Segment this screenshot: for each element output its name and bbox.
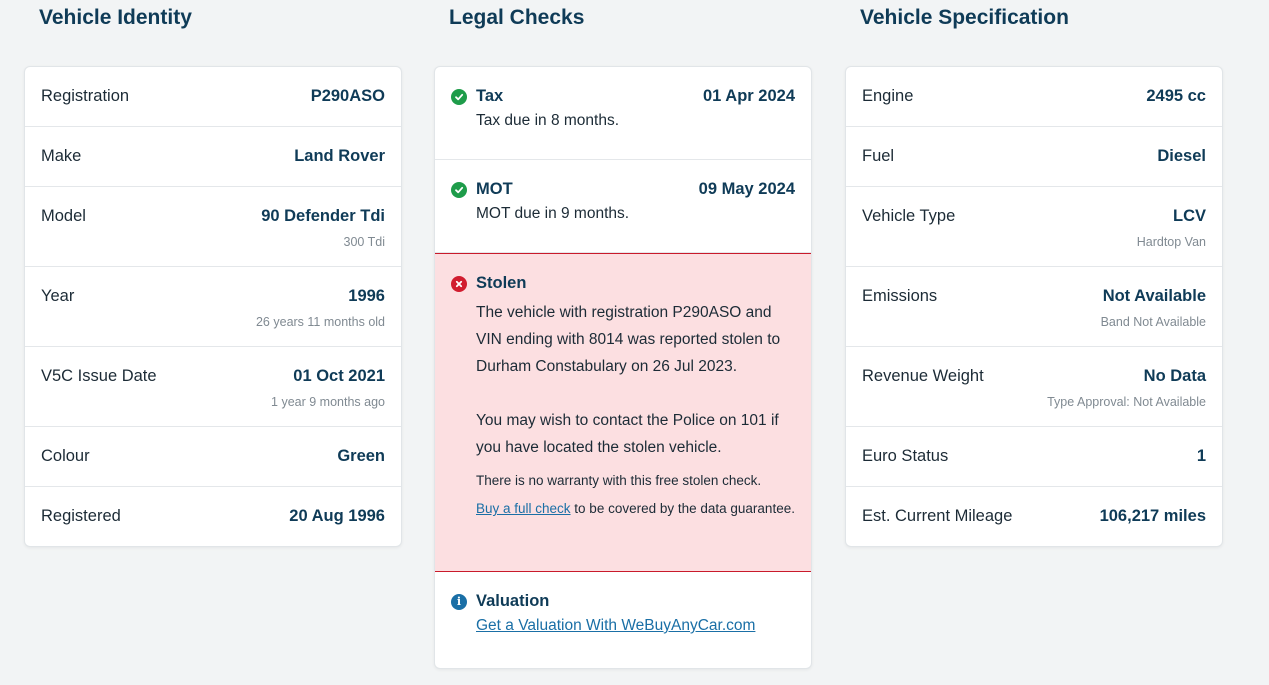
row-label: Make — [41, 147, 82, 165]
model-row: Model 90 Defender Tdi 300 Tdi — [25, 187, 401, 267]
engine-row: Engine 2495 cc — [846, 67, 1222, 127]
stolen-label: Stolen — [476, 274, 527, 292]
vehicle-identity-card: Registration P290ASO Make Land Rover Mod… — [24, 66, 402, 547]
mot-check: MOT 09 May 2024 MOT due in 9 months. — [435, 160, 811, 253]
row-value: 1996 — [348, 287, 385, 305]
check-icon — [451, 181, 467, 198]
police-contact-text: You may wish to contact the Police on 10… — [476, 412, 779, 456]
stolen-report-text: The vehicle with registration P290ASO an… — [476, 304, 781, 375]
row-label: Year — [41, 287, 75, 305]
row-value: Not Available — [1102, 287, 1206, 305]
row-label: V5C Issue Date — [41, 367, 157, 385]
row-value: Diesel — [1157, 147, 1206, 165]
row-label: Emissions — [862, 287, 938, 305]
row-label: Est. Current Mileage — [862, 507, 1013, 525]
row-value: P290ASO — [310, 87, 385, 105]
tax-check: Tax 01 Apr 2024 Tax due in 8 months. — [435, 67, 811, 160]
row-value: 01 Oct 2021 — [293, 367, 385, 385]
registered-row: Registered 20 Aug 1996 — [25, 487, 401, 546]
v5c-issue-date-row: V5C Issue Date 01 Oct 2021 1 year 9 mont… — [25, 347, 401, 427]
row-value: 2495 cc — [1146, 87, 1206, 105]
mileage-row: Est. Current Mileage 106,217 miles — [846, 487, 1222, 546]
row-subtext: 300 Tdi — [343, 235, 385, 249]
emissions-row: Emissions Not Available Band Not Availab… — [846, 267, 1222, 347]
legal-checks-section: Legal Checks Tax 01 Apr 2024 Tax due in … — [434, 0, 812, 669]
valuation-check: i Valuation Get a Valuation With WeBuyAn… — [435, 572, 811, 668]
tax-label: Tax — [476, 87, 504, 105]
tax-status-text: Tax due in 8 months. — [476, 112, 620, 129]
make-row: Make Land Rover — [25, 127, 401, 187]
check-icon — [451, 88, 467, 105]
row-label: Vehicle Type — [862, 207, 956, 225]
row-value: 20 Aug 1996 — [289, 507, 385, 525]
section-title: Vehicle Identity — [39, 6, 192, 29]
row-value: 106,217 miles — [1099, 507, 1206, 525]
row-label: Euro Status — [862, 447, 949, 465]
row-label: Engine — [862, 87, 914, 105]
euro-status-row: Euro Status 1 — [846, 427, 1222, 487]
valuation-link[interactable]: Get a Valuation With WeBuyAnyCar.com — [476, 617, 755, 634]
row-subtext: Hardtop Van — [1136, 235, 1206, 249]
vehicle-specification-section: Vehicle Specification Engine 2495 cc Fue… — [845, 0, 1223, 547]
row-subtext: Type Approval: Not Available — [1047, 395, 1206, 409]
row-value: 1 — [1196, 447, 1206, 465]
colour-row: Colour Green — [25, 427, 401, 487]
vehicle-specification-card: Engine 2495 cc Fuel Diesel Vehicle Type … — [845, 66, 1223, 547]
buy-full-check-link[interactable]: Buy a full check — [476, 501, 571, 516]
row-label: Revenue Weight — [862, 367, 984, 385]
revenue-weight-row: Revenue Weight No Data Type Approval: No… — [846, 347, 1222, 427]
row-label: Registration — [41, 87, 130, 105]
tax-date: 01 Apr 2024 — [702, 87, 795, 105]
mot-date: 09 May 2024 — [698, 180, 795, 198]
row-label: Registered — [41, 507, 121, 525]
row-subtext: 1 year 9 months ago — [271, 395, 385, 409]
cross-icon — [451, 275, 467, 292]
mot-label: MOT — [476, 180, 513, 198]
row-subtext: Band Not Available — [1100, 315, 1206, 329]
row-value: Green — [337, 447, 385, 465]
section-title: Legal Checks — [449, 6, 585, 29]
row-label: Model — [41, 207, 86, 225]
row-value: Land Rover — [294, 147, 385, 165]
section-title: Vehicle Specification — [860, 6, 1069, 29]
vehicle-identity-section: Vehicle Identity Registration P290ASO Ma… — [24, 0, 402, 547]
warranty-notice: There is no warranty with this free stol… — [476, 473, 762, 488]
valuation-label: Valuation — [476, 592, 550, 610]
row-label: Fuel — [862, 147, 895, 165]
vehicle-type-row: Vehicle Type LCV Hardtop Van — [846, 187, 1222, 267]
registration-row: Registration P290ASO — [25, 67, 401, 127]
fuel-row: Fuel Diesel — [846, 127, 1222, 187]
stolen-alert: Stolen The vehicle with registration P29… — [435, 253, 811, 572]
row-value: No Data — [1143, 367, 1206, 385]
mot-status-text: MOT due in 9 months. — [476, 205, 630, 222]
row-subtext: 26 years 11 months old — [255, 315, 385, 329]
info-icon: i — [451, 593, 467, 610]
row-value: LCV — [1173, 207, 1206, 225]
row-value: 90 Defender Tdi — [261, 207, 385, 225]
guarantee-text: to be covered by the data guarantee. — [570, 501, 795, 516]
row-label: Colour — [41, 447, 90, 465]
year-row: Year 1996 26 years 11 months old — [25, 267, 401, 347]
legal-checks-card: Tax 01 Apr 2024 Tax due in 8 months. MOT… — [434, 66, 812, 669]
